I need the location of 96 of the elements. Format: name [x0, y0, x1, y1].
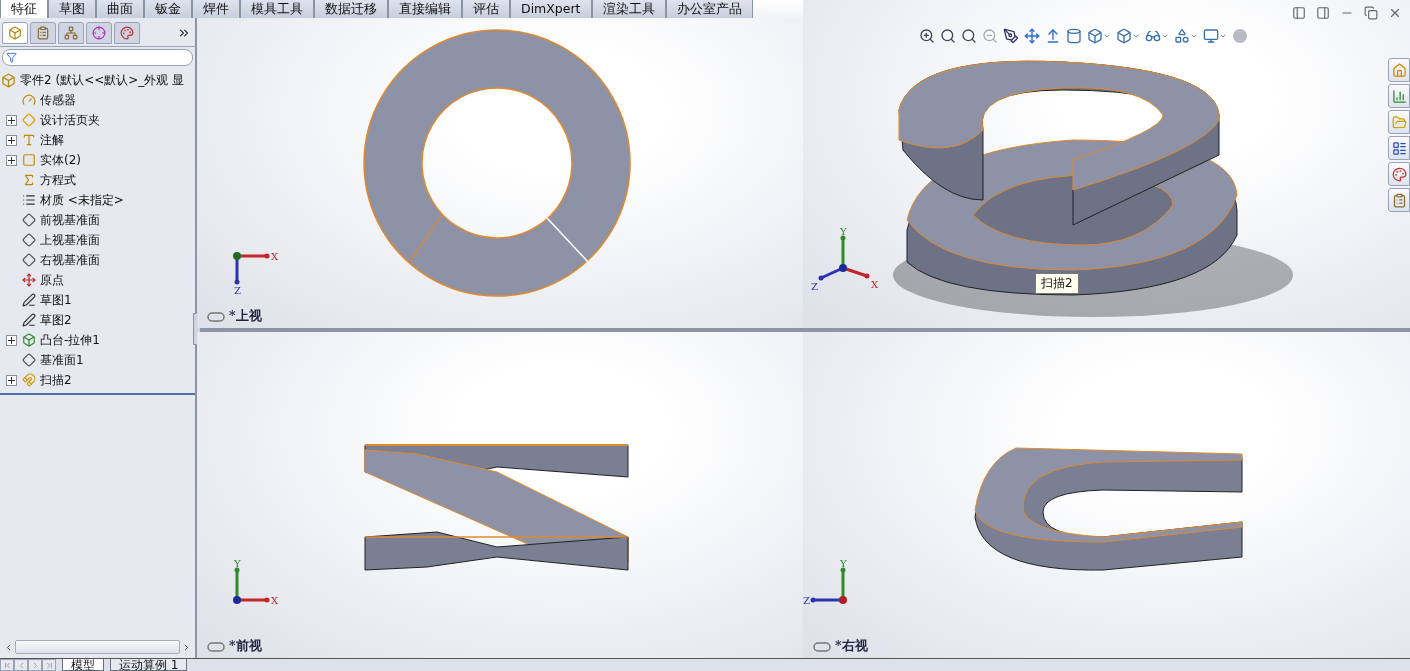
layout-icon[interactable] — [1388, 136, 1410, 160]
plane-icon — [20, 251, 37, 269]
diamond-icon — [20, 111, 37, 129]
restore-icon[interactable] — [1364, 6, 1378, 20]
tooltip: 扫描2 — [1035, 273, 1079, 294]
sheet-tab[interactable]: 模型 — [62, 659, 104, 671]
filter-field[interactable] — [2, 49, 193, 66]
move-icon[interactable] — [1024, 28, 1040, 44]
tree-item[interactable]: 右视基准面 — [40, 251, 100, 269]
expand-button[interactable] — [6, 374, 17, 386]
panel-tab[interactable] — [58, 22, 84, 44]
axis-label: Z — [811, 281, 818, 292]
panel-tab[interactable] — [86, 22, 112, 44]
scroll-right-icon[interactable] — [182, 642, 191, 652]
plane-icon — [20, 351, 37, 369]
tree-item[interactable]: 凸台-拉伸1 — [40, 331, 100, 349]
tree-item[interactable]: 设计活页夹 — [40, 111, 100, 129]
expand-button[interactable] — [6, 114, 17, 126]
part-icon — [8, 26, 22, 40]
tree-item[interactable]: 材质 <未指定> — [40, 191, 124, 209]
pen-icon[interactable] — [1003, 28, 1019, 44]
plane-icon — [20, 211, 37, 229]
pen-icon — [20, 291, 37, 309]
sheet-tab[interactable]: 运动算例 1 — [110, 659, 188, 671]
square-icon — [20, 151, 37, 169]
shapes-icon[interactable] — [1174, 28, 1198, 44]
origin-dot — [839, 264, 847, 272]
axis-label: Y — [840, 226, 847, 237]
close-icon[interactable] — [1388, 6, 1402, 20]
link-icon — [207, 641, 225, 652]
tree-item[interactable]: 实体(2) — [40, 151, 81, 169]
link-icon — [813, 641, 831, 652]
tree-item[interactable]: 方程式 — [40, 171, 76, 189]
panel-tab[interactable] — [2, 22, 28, 44]
expand-button[interactable] — [6, 154, 17, 166]
axis-label: Y — [840, 558, 847, 569]
monitor-icon[interactable] — [1203, 28, 1227, 44]
tree-item[interactable]: 零件2 (默认<<默认>_外观 显 — [20, 71, 185, 89]
home-icon[interactable] — [1388, 58, 1410, 82]
crosshair-icon — [92, 26, 106, 40]
clipboard-icon[interactable] — [1388, 188, 1410, 212]
tree-item[interactable]: 扫描2 — [40, 371, 72, 389]
tree-item[interactable]: 注解 — [40, 131, 64, 149]
tree-item[interactable]: 草图2 — [40, 311, 72, 329]
model-viewport[interactable]: Y Z X 扫描2 — [803, 0, 1410, 328]
magnet-icon — [20, 371, 37, 389]
tree-item[interactable]: 草图1 — [40, 291, 72, 309]
filter-icon — [6, 52, 17, 63]
tree-item[interactable]: 前视基准面 — [40, 211, 100, 229]
tree-item[interactable]: 传感器 — [40, 91, 76, 109]
cylinder-icon[interactable] — [1066, 28, 1082, 44]
split-right-icon[interactable] — [1316, 6, 1330, 20]
panel-tab[interactable] — [114, 22, 140, 44]
palette-icon — [120, 26, 134, 40]
expand-button[interactable] — [6, 134, 17, 146]
origin-dot — [233, 596, 241, 604]
link-icon — [207, 311, 225, 322]
pen-icon — [20, 311, 37, 329]
model-viewport[interactable]: Y Z *右视 — [803, 332, 1410, 658]
tree-item[interactable]: 基准面1 — [40, 351, 84, 369]
scroll-left-icon[interactable] — [4, 642, 13, 652]
origin-icon — [20, 271, 37, 289]
model-viewport[interactable]: Y X *前视 — [197, 332, 803, 658]
more-icon[interactable] — [177, 26, 191, 40]
magnifier-icon[interactable] — [919, 28, 935, 44]
cube-icon[interactable] — [1116, 28, 1140, 44]
origin-dot — [839, 596, 847, 604]
axis-label: X — [271, 251, 279, 262]
origin-dot — [233, 252, 241, 260]
clipboard-icon — [36, 26, 50, 40]
axis-label: Y — [234, 558, 241, 569]
model-viewport[interactable]: X Z *上视 — [197, 18, 803, 328]
view-name: *前视 — [229, 638, 262, 655]
tree-item[interactable]: 原点 — [40, 271, 64, 289]
chart-icon[interactable] — [1388, 84, 1410, 108]
tree-icon — [64, 26, 78, 40]
axis-label: X — [871, 279, 879, 290]
tree-item[interactable]: 上视基准面 — [40, 231, 100, 249]
view-name: *上视 — [229, 308, 262, 325]
cube-icon — [20, 331, 37, 349]
view-name: *右视 — [835, 638, 868, 655]
cube-icon[interactable] — [1087, 28, 1111, 44]
magnifier-icon[interactable] — [961, 28, 977, 44]
axis-label: Z — [803, 595, 810, 606]
magnifier-icon[interactable] — [940, 28, 956, 44]
first-icon — [2, 660, 12, 670]
split-left-icon[interactable] — [1292, 6, 1306, 20]
last-icon — [44, 660, 54, 670]
plane-icon — [20, 231, 37, 249]
palette-icon[interactable] — [1388, 162, 1410, 186]
part-icon — [0, 71, 17, 89]
axis-label: X — [271, 595, 279, 606]
panel-tab[interactable] — [30, 22, 56, 44]
expand-button[interactable] — [6, 334, 17, 346]
axis-label: Z — [234, 285, 241, 296]
glasses-icon[interactable] — [1145, 28, 1169, 44]
